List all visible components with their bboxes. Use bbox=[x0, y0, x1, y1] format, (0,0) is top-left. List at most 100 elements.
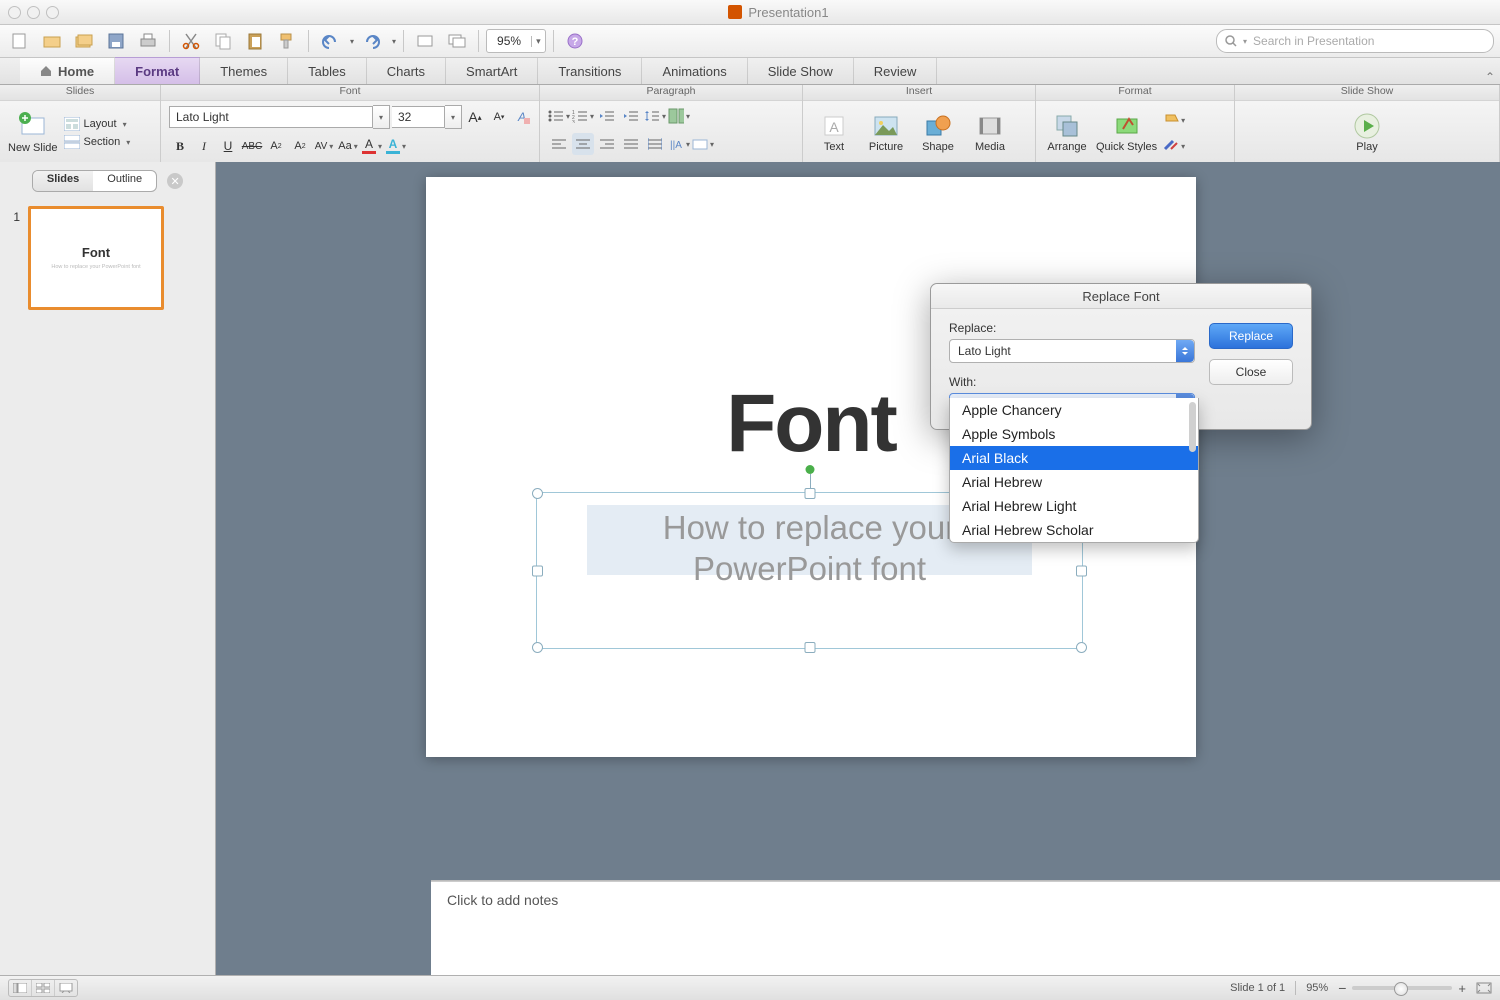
font-size-select[interactable]: 32▾ bbox=[392, 105, 462, 129]
bullets-button[interactable]: ▾ bbox=[548, 105, 570, 127]
shape-outline-button[interactable]: ▾ bbox=[1163, 135, 1185, 157]
traffic-close[interactable] bbox=[8, 6, 21, 19]
increase-font-size-button[interactable]: A▴ bbox=[464, 106, 486, 128]
replace-font-select[interactable]: Lato Light bbox=[949, 339, 1195, 363]
insert-media-button[interactable]: Media bbox=[967, 113, 1013, 153]
tab-transitions[interactable]: Transitions bbox=[538, 58, 642, 84]
zoom-display[interactable]: 95% ▾ bbox=[486, 29, 546, 53]
insert-text-button[interactable]: AText bbox=[811, 113, 857, 153]
quick-styles-button[interactable]: Quick Styles bbox=[1096, 113, 1157, 153]
line-spacing-button[interactable]: ▾ bbox=[644, 105, 666, 127]
redo-history-dropdown[interactable]: ▾ bbox=[392, 37, 396, 46]
numbering-button[interactable]: 123▾ bbox=[572, 105, 594, 127]
panel-tab-slides[interactable]: Slides bbox=[33, 171, 93, 191]
close-dialog-button[interactable]: Close bbox=[1209, 359, 1293, 385]
section-button[interactable]: Section▾ bbox=[64, 135, 131, 149]
traffic-minimize[interactable] bbox=[27, 6, 40, 19]
shape-fill-button[interactable]: ▾ bbox=[1163, 109, 1185, 131]
tab-home[interactable]: Home bbox=[20, 58, 115, 84]
print-button[interactable] bbox=[134, 27, 162, 55]
font-option-arial-hebrew[interactable]: Arial Hebrew bbox=[950, 470, 1198, 494]
underline-button[interactable]: U bbox=[217, 135, 239, 157]
save-button[interactable] bbox=[102, 27, 130, 55]
bold-button[interactable]: B bbox=[169, 135, 191, 157]
subscript-button[interactable]: A2 bbox=[289, 135, 311, 157]
char-spacing-button[interactable]: AV▾ bbox=[313, 135, 335, 157]
panel-close-button[interactable]: ✕ bbox=[167, 173, 183, 189]
zoom-dropdown-icon[interactable]: ▾ bbox=[531, 36, 545, 47]
cut-button[interactable] bbox=[177, 27, 205, 55]
clear-formatting-button[interactable]: A bbox=[512, 106, 534, 128]
decrease-font-size-button[interactable]: A▾ bbox=[488, 106, 510, 128]
align-center-button[interactable] bbox=[572, 133, 594, 155]
sorter-view-button[interactable] bbox=[32, 980, 55, 996]
new-slide-qat-button[interactable] bbox=[411, 27, 439, 55]
format-painter-button[interactable] bbox=[273, 27, 301, 55]
resize-handle-n[interactable] bbox=[804, 488, 815, 499]
tab-slide-show[interactable]: Slide Show bbox=[748, 58, 854, 84]
font-option-arial-black[interactable]: Arial Black bbox=[950, 446, 1198, 470]
resize-handle-nw[interactable] bbox=[532, 488, 543, 499]
insert-picture-button[interactable]: Picture bbox=[863, 113, 909, 153]
font-color-button[interactable]: A▾ bbox=[361, 135, 383, 157]
new-slide-button[interactable]: New Slide bbox=[8, 112, 58, 154]
font-option-arial-hebrew-scholar[interactable]: Arial Hebrew Scholar bbox=[950, 518, 1198, 542]
zoom-slider-knob[interactable] bbox=[1394, 982, 1408, 996]
layout-button[interactable]: Layout▾ bbox=[64, 117, 131, 131]
paste-button[interactable] bbox=[241, 27, 269, 55]
font-option-apple-chancery[interactable]: Apple Chancery bbox=[950, 398, 1198, 422]
notes-pane[interactable]: Click to add notes bbox=[431, 881, 1500, 976]
ribbon-expand-toggle[interactable]: ⌃ bbox=[1480, 70, 1500, 84]
fit-to-window-button[interactable] bbox=[1476, 982, 1492, 994]
resize-handle-sw[interactable] bbox=[532, 642, 543, 653]
slide-thumbnail-1[interactable]: Font How to replace your PowerPoint font bbox=[28, 206, 164, 310]
open-recent-button[interactable] bbox=[70, 27, 98, 55]
undo-history-dropdown[interactable]: ▾ bbox=[350, 37, 354, 46]
text-direction-button[interactable]: ||A▾ bbox=[668, 133, 690, 155]
tab-smartart[interactable]: SmartArt bbox=[446, 58, 538, 84]
strikethrough-button[interactable]: ABC bbox=[241, 135, 263, 157]
align-left-button[interactable] bbox=[548, 133, 570, 155]
font-name-select[interactable]: Lato Light▾ bbox=[169, 105, 390, 129]
tab-format[interactable]: Format bbox=[115, 57, 200, 84]
convert-smartart-button[interactable]: ▾ bbox=[692, 133, 714, 155]
panel-tab-outline[interactable]: Outline bbox=[93, 171, 156, 191]
search-box[interactable]: ▾ Search in Presentation bbox=[1216, 29, 1494, 53]
highlight-button[interactable]: A▾ bbox=[385, 135, 407, 157]
open-file-button[interactable] bbox=[38, 27, 66, 55]
insert-shape-button[interactable]: Shape bbox=[915, 113, 961, 153]
increase-indent-button[interactable] bbox=[620, 105, 642, 127]
tab-charts[interactable]: Charts bbox=[367, 58, 446, 84]
resize-handle-s[interactable] bbox=[804, 642, 815, 653]
traffic-zoom[interactable] bbox=[46, 6, 59, 19]
decrease-indent-button[interactable] bbox=[596, 105, 618, 127]
duplicate-slide-button[interactable] bbox=[443, 27, 471, 55]
font-option-apple-symbols[interactable]: Apple Symbols bbox=[950, 422, 1198, 446]
undo-button[interactable] bbox=[316, 27, 344, 55]
redo-button[interactable] bbox=[358, 27, 386, 55]
normal-view-button[interactable] bbox=[9, 980, 32, 996]
panel-view-segmented[interactable]: Slides Outline bbox=[32, 170, 157, 192]
columns-button[interactable]: ▾ bbox=[668, 105, 690, 127]
copy-button[interactable] bbox=[209, 27, 237, 55]
play-button[interactable]: Play bbox=[1344, 113, 1390, 153]
italic-button[interactable]: I bbox=[193, 135, 215, 157]
font-option-arial-hebrew-light[interactable]: Arial Hebrew Light bbox=[950, 494, 1198, 518]
justify-button[interactable] bbox=[620, 133, 642, 155]
zoom-slider[interactable] bbox=[1352, 986, 1452, 990]
rotation-handle[interactable] bbox=[805, 465, 814, 474]
align-right-button[interactable] bbox=[596, 133, 618, 155]
resize-handle-se[interactable] bbox=[1076, 642, 1087, 653]
new-file-button[interactable] bbox=[6, 27, 34, 55]
dropdown-scrollbar[interactable] bbox=[1189, 402, 1196, 452]
zoom-out-button[interactable]: − bbox=[1338, 980, 1346, 996]
tab-themes[interactable]: Themes bbox=[200, 58, 288, 84]
tab-animations[interactable]: Animations bbox=[642, 58, 747, 84]
slideshow-view-button[interactable] bbox=[55, 980, 77, 996]
arrange-button[interactable]: Arrange bbox=[1044, 113, 1090, 153]
zoom-in-button[interactable]: + bbox=[1458, 981, 1466, 996]
tab-review[interactable]: Review bbox=[854, 58, 938, 84]
tab-tables[interactable]: Tables bbox=[288, 58, 367, 84]
superscript-button[interactable]: A2 bbox=[265, 135, 287, 157]
help-button[interactable]: ? bbox=[561, 27, 589, 55]
